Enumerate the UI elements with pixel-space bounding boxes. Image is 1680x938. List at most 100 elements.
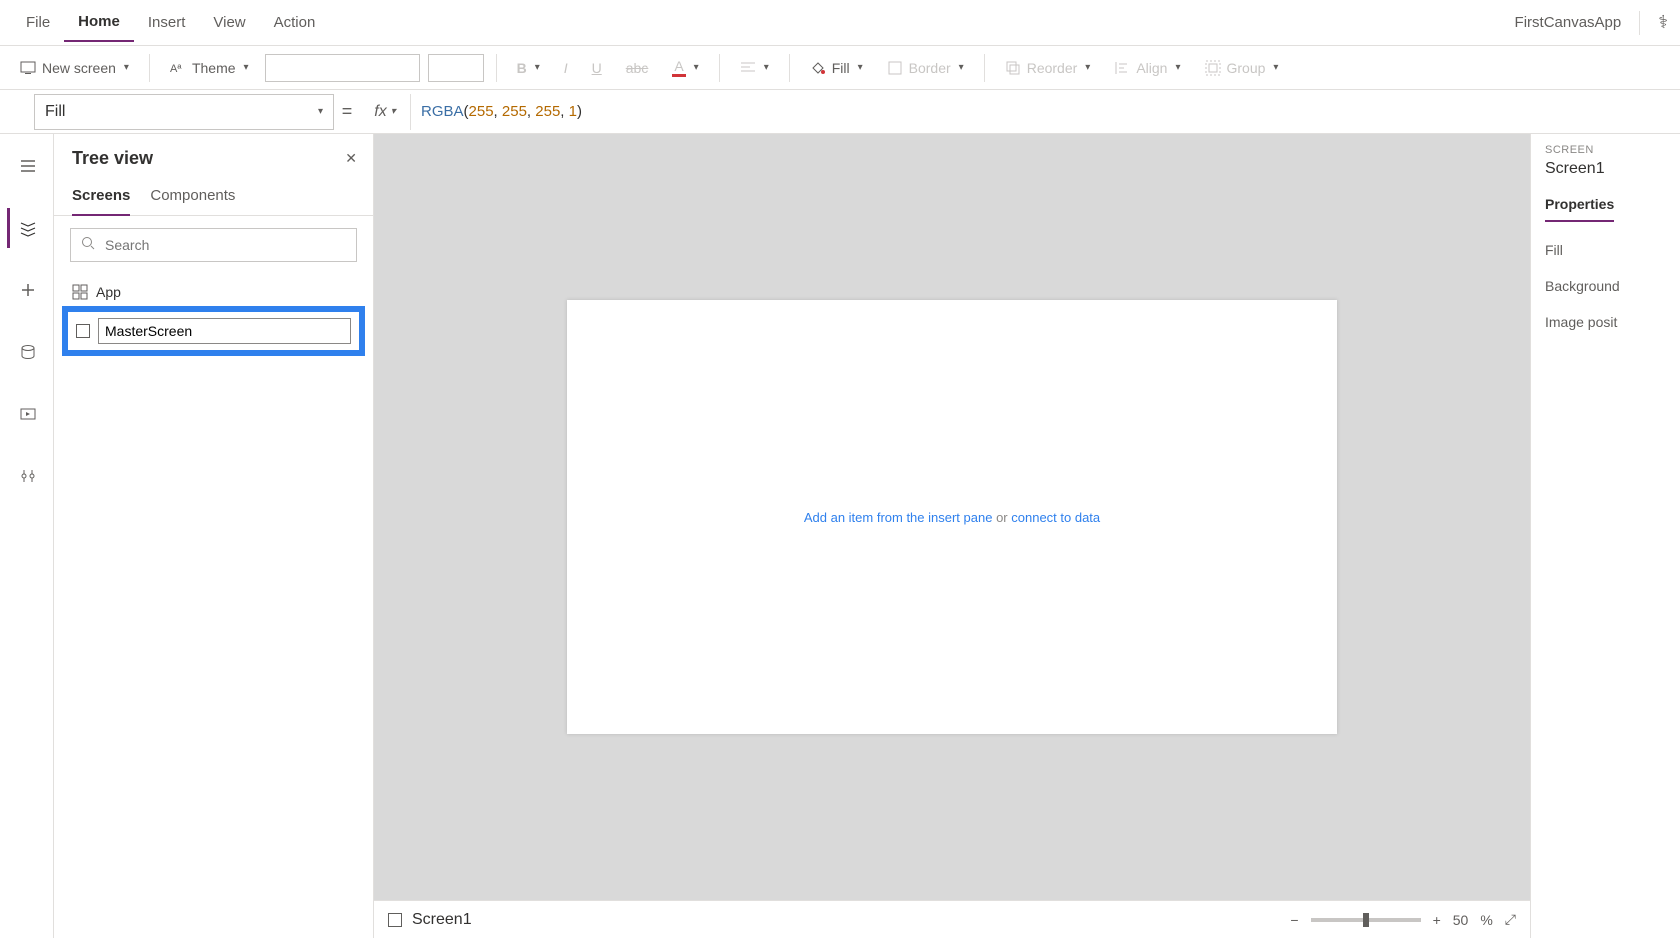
reorder-icon [1005,60,1021,76]
prop-image-position[interactable]: Image posit [1545,304,1666,340]
property-select[interactable]: Fill ▾ [34,94,334,130]
zoom-pct: % [1480,912,1492,928]
screen-icon [20,60,36,76]
align-icon [1114,60,1130,76]
text-align-button[interactable]: ▾ [732,56,777,80]
tab-properties[interactable]: Properties [1545,190,1614,222]
chevron-down-icon: ▾ [1175,62,1180,73]
new-screen-label: New screen [42,60,116,76]
zoom-out-button[interactable]: − [1290,912,1298,928]
menu-action[interactable]: Action [260,4,330,41]
tree-view-title: Tree view [72,148,153,169]
reorder-button[interactable]: Reorder ▾ [997,56,1099,80]
chevron-down-icon: ▾ [694,62,699,73]
formula-arg: 255 [469,103,494,120]
left-rail [0,134,54,938]
reorder-label: Reorder [1027,60,1078,76]
border-button[interactable]: Border ▾ [879,56,972,80]
theme-label: Theme [192,60,236,76]
zoom-slider[interactable] [1311,918,1421,922]
group-button[interactable]: Group ▾ [1197,56,1287,80]
border-icon [887,60,903,76]
tree-node-app[interactable]: App [62,278,365,306]
diagnostics-icon[interactable]: ⚕ [1658,12,1668,33]
tree-search-input[interactable] [103,236,346,254]
theme-icon: Aª [170,60,186,76]
rail-tree-view[interactable] [7,208,47,248]
chevron-down-icon: ▾ [318,106,323,117]
border-label: Border [909,60,951,76]
screen-icon [388,913,402,927]
divider [719,54,720,82]
bold-button[interactable]: B▾ [509,56,548,80]
fx-icon: fx [374,103,386,121]
fill-label: Fill [832,60,850,76]
status-screen-name: Screen1 [412,911,472,929]
menu-bar: File Home Insert View Action FirstCanvas… [0,0,1680,46]
align-button[interactable]: Align ▾ [1106,56,1188,80]
tree-node-screen-editing[interactable] [62,306,365,356]
rail-hamburger[interactable] [7,146,47,186]
underline-button[interactable]: U [584,56,610,80]
formula-arg: 255 [502,103,527,120]
prop-category: SCREEN [1545,144,1666,156]
prop-background[interactable]: Background [1545,268,1666,304]
chevron-down-icon: ▾ [764,62,769,73]
formula-arg: 255 [535,103,560,120]
screen-rename-input[interactable] [98,318,351,344]
close-button[interactable]: ✕ [345,150,357,167]
tree-node-label: App [96,284,121,300]
menu-file[interactable]: File [12,4,64,41]
rail-data[interactable] [7,332,47,372]
canvas-artboard[interactable]: Add an item from the insert pane or conn… [567,300,1337,734]
zoom-value: 50 [1453,912,1469,928]
formula-fn: RGBA [421,103,464,120]
formula-input[interactable]: RGBA(255, 255, 255, 1) [410,94,1680,130]
font-color-icon: A [672,58,685,77]
tree-search[interactable] [70,228,357,262]
menu-home[interactable]: Home [64,3,134,42]
theme-button[interactable]: Aª Theme ▾ [162,56,257,80]
fit-screen-button[interactable]: ⤢ [1505,911,1516,928]
connect-data-link[interactable]: connect to data [1011,510,1100,525]
tab-screens[interactable]: Screens [72,181,130,216]
rail-media[interactable] [7,394,47,434]
svg-text:Aª: Aª [170,63,182,75]
rail-advanced[interactable] [7,456,47,496]
insert-pane-link[interactable]: Add an item from the insert pane [804,510,993,525]
prop-object-name: Screen1 [1545,160,1666,178]
zoom-in-button[interactable]: + [1433,912,1441,928]
align-label: Align [1136,60,1167,76]
new-screen-button[interactable]: New screen ▾ [12,56,137,80]
chevron-down-icon: ▾ [959,62,964,73]
tab-components[interactable]: Components [150,181,235,215]
equals-label: = [334,101,360,122]
chevron-down-icon: ▾ [244,62,249,73]
properties-pane: SCREEN Screen1 Properties Fill Backgroun… [1530,134,1680,938]
divider [984,54,985,82]
menu-view[interactable]: View [199,4,259,41]
prop-fill[interactable]: Fill [1545,232,1666,268]
menu-insert[interactable]: Insert [134,4,200,41]
divider [1639,11,1640,35]
chevron-down-icon: ▾ [535,62,540,73]
group-icon [1205,60,1221,76]
strike-button[interactable]: abc [618,56,657,80]
canvas-msg-or: or [992,510,1011,525]
app-name: FirstCanvasApp [1515,14,1622,31]
canvas-empty-message: Add an item from the insert pane or conn… [804,510,1100,525]
italic-button[interactable]: I [556,56,576,80]
font-family-select[interactable] [265,54,420,82]
formula-bar: Fill ▾ = fx▾ RGBA(255, 255, 255, 1) [0,90,1680,134]
rail-insert[interactable] [7,270,47,310]
font-size-select[interactable] [428,54,484,82]
fx-button[interactable]: fx▾ [360,103,410,121]
chevron-down-icon: ▾ [1085,62,1090,73]
app-icon [72,284,88,300]
ribbon: New screen ▾ Aª Theme ▾ B▾ I U abc A ▾ ▾… [0,46,1680,90]
font-color-button[interactable]: A ▾ [664,54,706,81]
divider [789,54,790,82]
fill-button[interactable]: Fill ▾ [802,56,871,80]
screen-icon [76,324,90,338]
chevron-down-icon: ▾ [1273,62,1278,73]
